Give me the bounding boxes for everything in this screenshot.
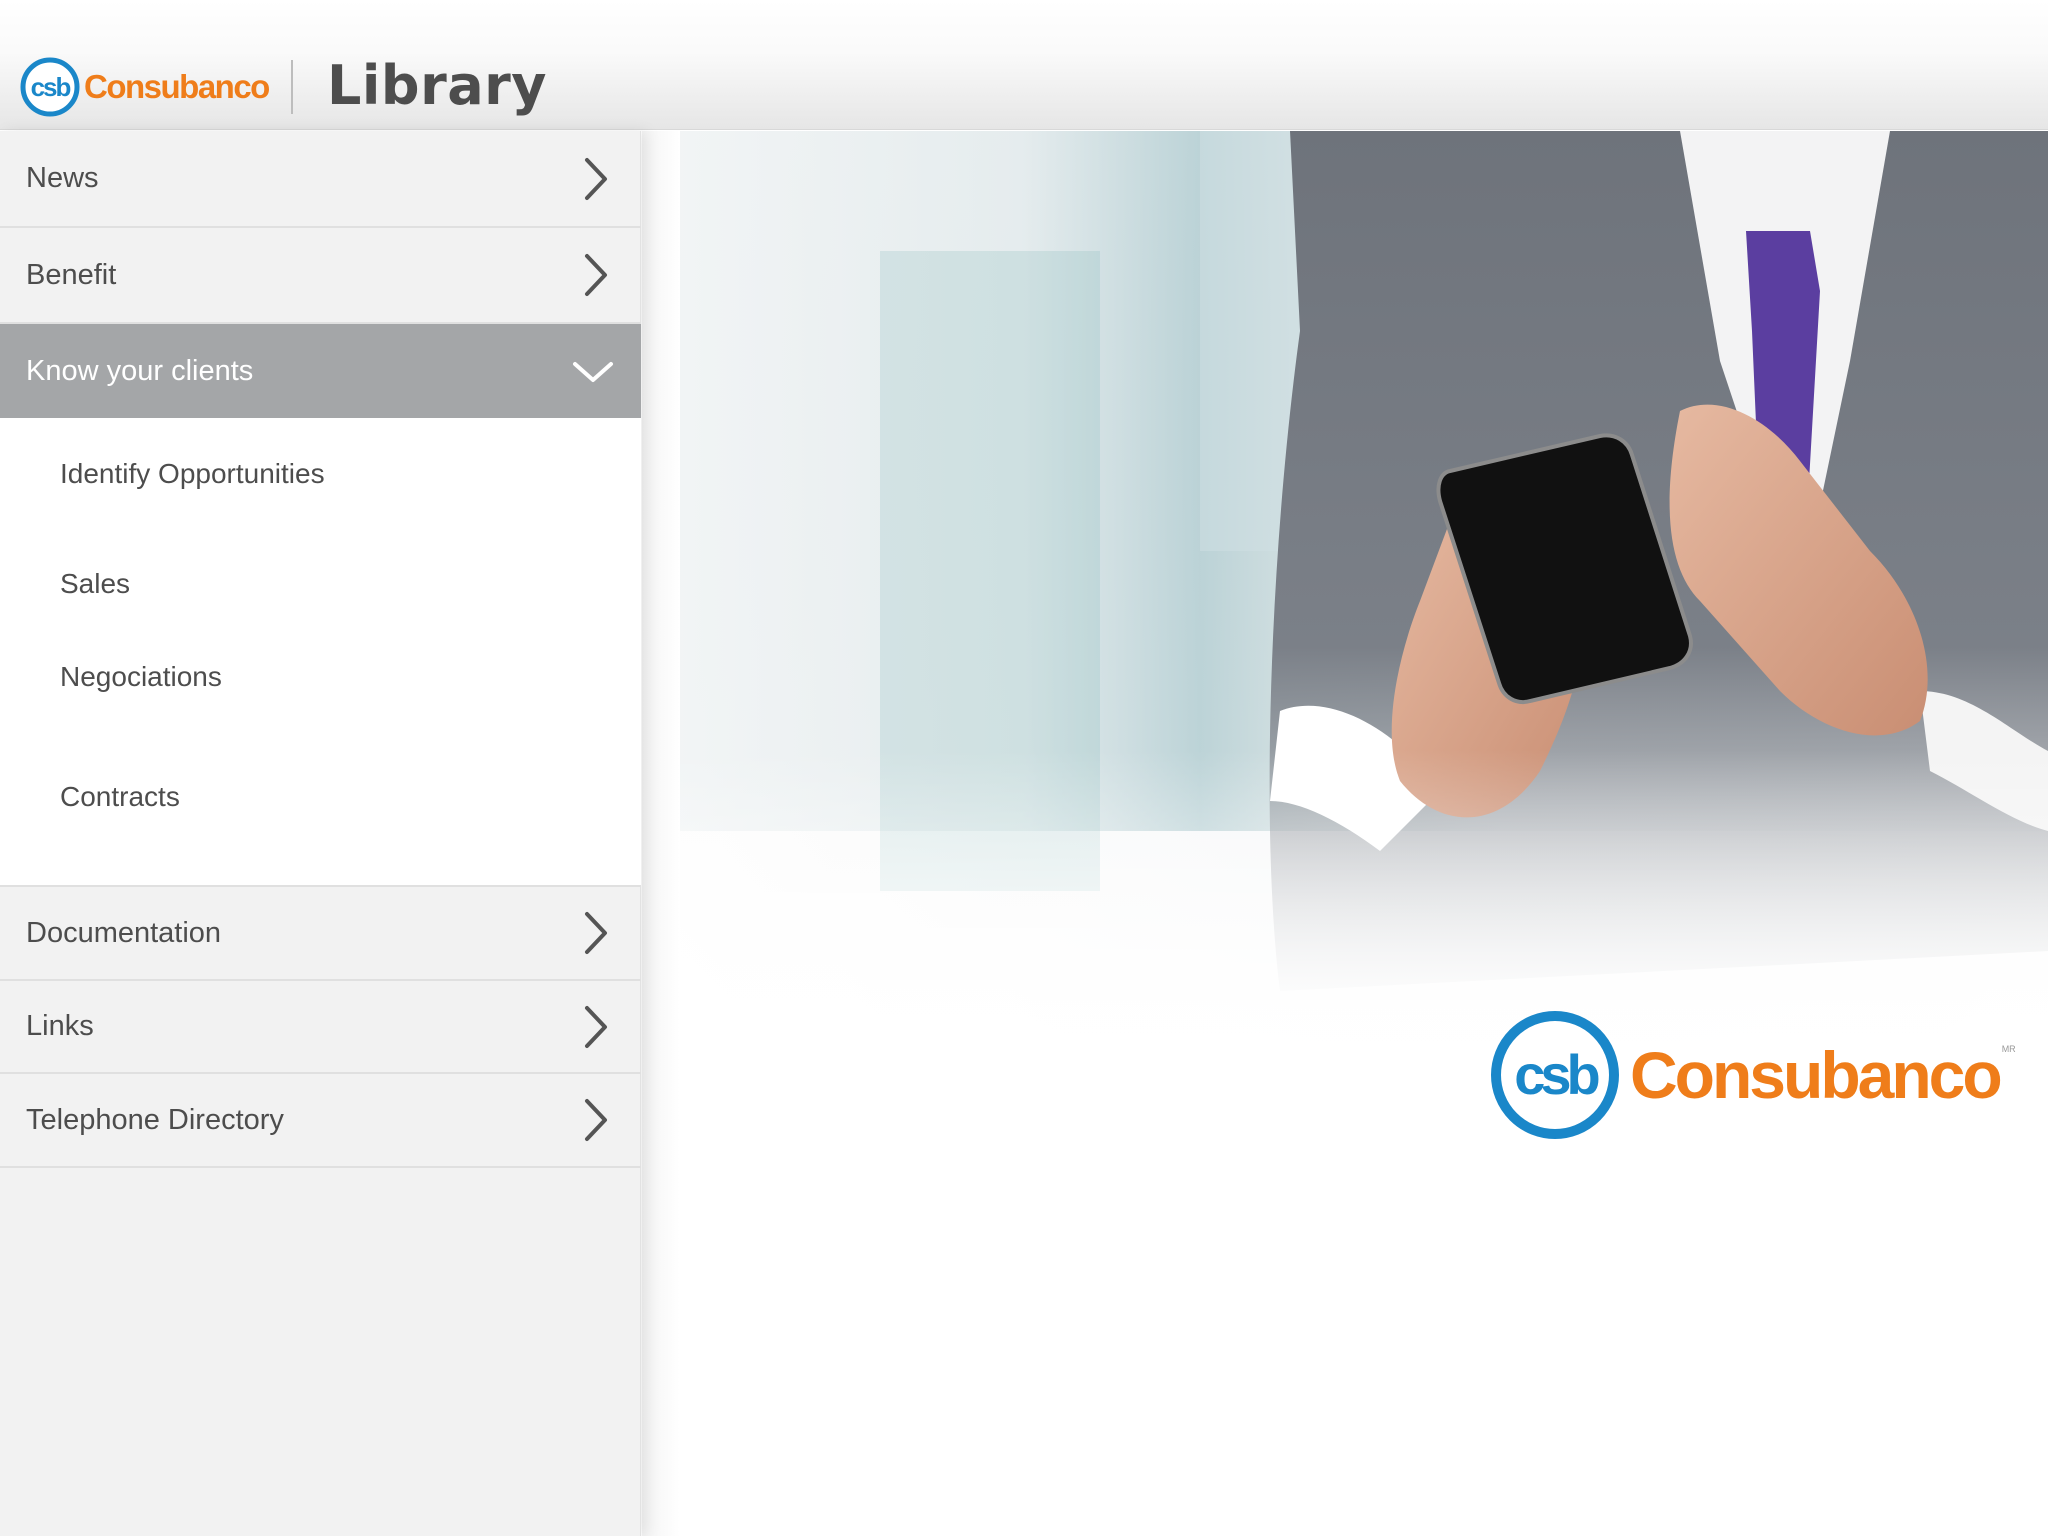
svg-text:csb: csb (1514, 1043, 1598, 1106)
page-title: Library (327, 54, 547, 117)
sidebar-item-label: Know your clients (26, 354, 254, 387)
brand-trademark: MR (2001, 1044, 2016, 1054)
brand-logo: csb Consubanco (20, 56, 270, 118)
sidebar-item-know-your-clients[interactable]: Know your clients (0, 324, 641, 418)
sidebar-item-label: Documentation (26, 916, 222, 949)
brand-logo-large: csb Consubanco MR (1490, 1010, 2016, 1140)
csb-logo-icon: csb (20, 57, 80, 117)
header-divider (291, 60, 293, 114)
sidebar-item-benefit[interactable]: Benefit (0, 228, 641, 324)
hero-fade-overlay (680, 131, 2048, 1083)
sidebar-item-label: Benefit (26, 258, 117, 291)
chevron-right-icon (585, 254, 607, 296)
chevron-right-icon (585, 912, 607, 954)
submenu-item-negociations[interactable]: Negociations (60, 661, 222, 693)
svg-text:csb: csb (31, 72, 71, 102)
sidebar-item-telephone-directory[interactable]: Telephone Directory (0, 1074, 641, 1168)
content-gutter (642, 131, 680, 1536)
sidebar-item-label: Telephone Directory (26, 1103, 284, 1136)
app-header: csb Consubanco Library (0, 0, 2048, 130)
sidebar-item-news[interactable]: News (0, 131, 641, 228)
brand-name: Consubanco (84, 68, 270, 105)
submenu-know-your-clients: Identify Opportunities Sales Negociation… (0, 418, 641, 887)
brand-name: Consubanco (1630, 1038, 2003, 1112)
submenu-item-contracts[interactable]: Contracts (60, 781, 180, 813)
chevron-right-icon (585, 1005, 607, 1048)
sidebar-item-links[interactable]: Links (0, 981, 641, 1074)
csb-logo-icon: csb (1491, 1011, 1619, 1139)
submenu-item-sales[interactable]: Sales (60, 568, 130, 600)
chevron-right-icon (585, 1099, 607, 1141)
sidebar-menu: News Benefit Know your clients Identify … (0, 131, 641, 1536)
sidebar-item-documentation[interactable]: Documentation (0, 887, 641, 981)
sidebar-item-label: News (26, 162, 99, 194)
hero-image (680, 131, 2048, 1083)
chevron-down-icon (573, 362, 613, 382)
sidebar-item-label: Links (26, 1010, 94, 1042)
submenu-item-identify-opportunities[interactable]: Identify Opportunities (60, 458, 325, 490)
chevron-right-icon (585, 157, 607, 200)
